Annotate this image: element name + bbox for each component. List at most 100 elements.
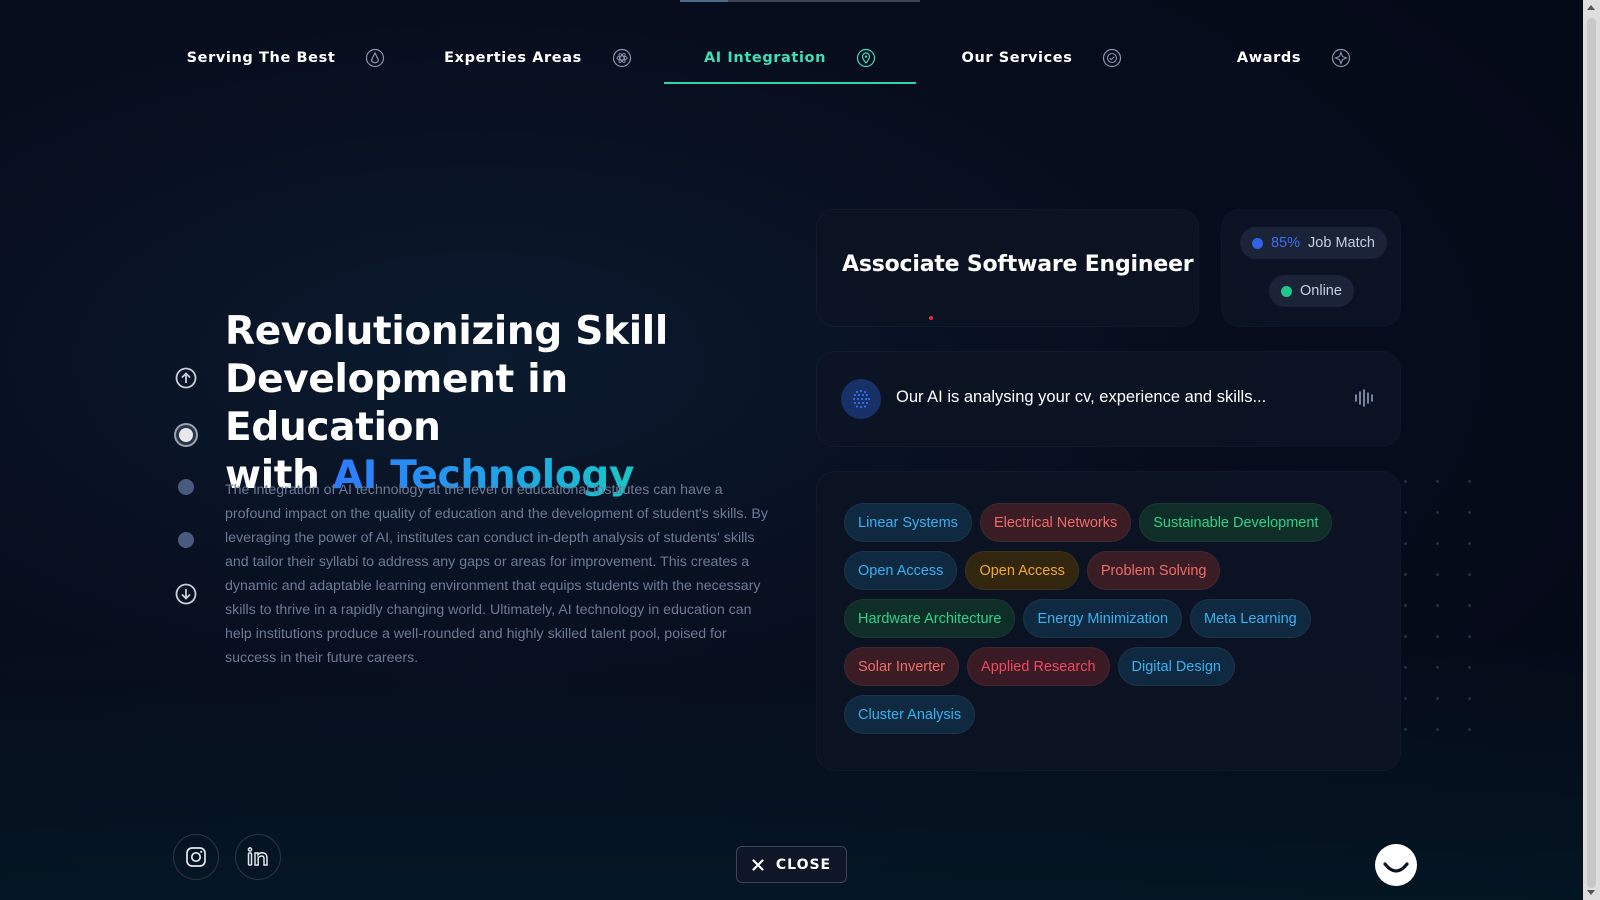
skill-tag[interactable]: Cluster Analysis [844,695,976,734]
scroll-down-arrow-icon[interactable] [1587,890,1595,895]
skill-tag[interactable]: Problem Solving [1086,551,1221,590]
arrow-down-circle-icon [175,583,197,605]
pattern-dot [1468,511,1471,514]
red-dot-indicator [929,316,933,320]
tab-ai-integration[interactable]: AI Integration [664,36,916,84]
pager-down-button[interactable] [174,582,198,606]
pattern-dot [1468,573,1471,576]
dot-pattern-decoration [1404,480,1474,740]
tab-our-services[interactable]: Our Services [916,36,1168,80]
scroll-up-arrow-icon[interactable] [1587,5,1595,10]
skill-tag[interactable]: Solar Inverter [844,647,960,686]
skill-tag[interactable]: Sustainable Development [1139,503,1333,542]
tab-experties-areas[interactable]: Experties Areas [412,36,664,80]
job-title-card: Associate Software Engineer [817,210,1198,326]
skill-tag[interactable]: Linear Systems [844,503,972,542]
pattern-dot [1404,635,1407,638]
pattern-dot [1436,573,1439,576]
compass-icon [1331,48,1351,68]
pattern-dot [1468,635,1471,638]
pattern-dot [1436,604,1439,607]
hero-title-line1: Revolutionizing Skill [225,309,668,354]
close-button[interactable]: CLOSE [736,846,847,883]
pattern-dot [1468,480,1471,483]
pager-dot-marker [179,428,193,442]
close-icon [752,858,764,871]
close-label: CLOSE [775,856,832,873]
pattern-dot [1436,635,1439,638]
tab-awards[interactable]: Awards [1168,36,1420,80]
skill-tag[interactable]: Electrical Networks [979,503,1132,542]
pattern-dot [1436,542,1439,545]
pattern-dot [1404,542,1407,545]
skills-tags-card: Linear Systems Electrical Networks Sustain… [817,472,1400,770]
pattern-dot [1436,728,1439,731]
skill-tag[interactable]: Applied Research [967,647,1110,686]
pattern-dot [1436,666,1439,669]
hero-title-line2: Development in Education [225,357,568,450]
skill-tag[interactable]: Hardware Architecture [844,599,1016,638]
badge-icon [1102,48,1122,68]
pattern-dot [1404,573,1407,576]
drop-icon [365,48,385,68]
tab-label: Serving The Best [186,50,336,66]
pattern-dot [1436,511,1439,514]
hero-title: Revolutionizing Skill Development in Edu… [225,308,785,500]
pager-up-button[interactable] [174,366,198,390]
chat-launcher-button[interactable] [1375,844,1417,886]
section-pager [174,366,198,616]
skill-tag[interactable]: Meta Learning [1190,599,1311,638]
pattern-dot [1404,480,1407,483]
smile-chat-icon [1383,862,1409,873]
pager-dot[interactable] [174,528,198,552]
skill-tag[interactable]: Open Access [844,551,958,590]
pattern-dot [1404,666,1407,669]
pattern-dot [1404,728,1407,731]
pattern-dot [1468,697,1471,700]
pager-dot-current[interactable] [174,423,198,447]
pattern-dot [1404,697,1407,700]
pattern-dot [1468,666,1471,669]
ai-orb-icon [841,379,881,419]
scrollbar-thumb[interactable] [1587,18,1596,888]
top-progress-active [680,0,728,2]
atom-icon [612,48,632,68]
skill-tag[interactable]: Energy Minimization [1023,599,1183,638]
section-tabs: Serving The Best Experties Areas AI Inte… [160,36,1420,84]
tab-serving-the-best[interactable]: Serving The Best [160,36,412,80]
instagram-icon [186,847,206,867]
vertical-scrollbar[interactable] [1583,0,1600,900]
audio-wave-icon [1355,389,1373,407]
ai-analysis-card: Our AI is analysing your cv, experience … [817,352,1400,446]
online-badge: Online [1269,275,1354,307]
match-status-card: 85% Job Match Online [1222,210,1400,326]
tab-label: Awards [1236,50,1302,66]
tab-label: AI Integration [703,50,827,66]
skills-tag-list: Linear Systems Electrical Networks Sustain… [844,503,1364,734]
skill-tag[interactable]: Digital Design [1117,647,1235,686]
pattern-dot [1436,480,1439,483]
tab-label: Experties Areas [444,50,582,66]
pager-dot-marker [178,532,194,548]
job-match-badge: 85% Job Match [1240,227,1387,259]
location-pin-icon [856,48,876,68]
hero-description: The integration of AI technology at the … [225,482,768,666]
instagram-button[interactable] [173,834,219,880]
online-label: Online [1300,283,1342,299]
tab-label: Our Services [961,50,1073,66]
skill-tag[interactable]: Open Access [965,551,1079,590]
pattern-dot [1436,697,1439,700]
job-title: Associate Software Engineer [842,252,1194,277]
pattern-dot [1468,728,1471,731]
linkedin-icon [247,847,268,866]
match-label: Job Match [1308,235,1375,251]
pattern-dot [1468,542,1471,545]
pager-dot[interactable] [174,475,198,499]
arrow-up-circle-icon [175,367,197,389]
ai-status-text: Our AI is analysing your cv, experience … [896,388,1267,406]
pager-dot-marker [178,479,194,495]
online-dot-icon [1281,285,1292,297]
pattern-dot [1468,604,1471,607]
pattern-dot [1404,604,1407,607]
linkedin-button[interactable] [235,834,281,880]
